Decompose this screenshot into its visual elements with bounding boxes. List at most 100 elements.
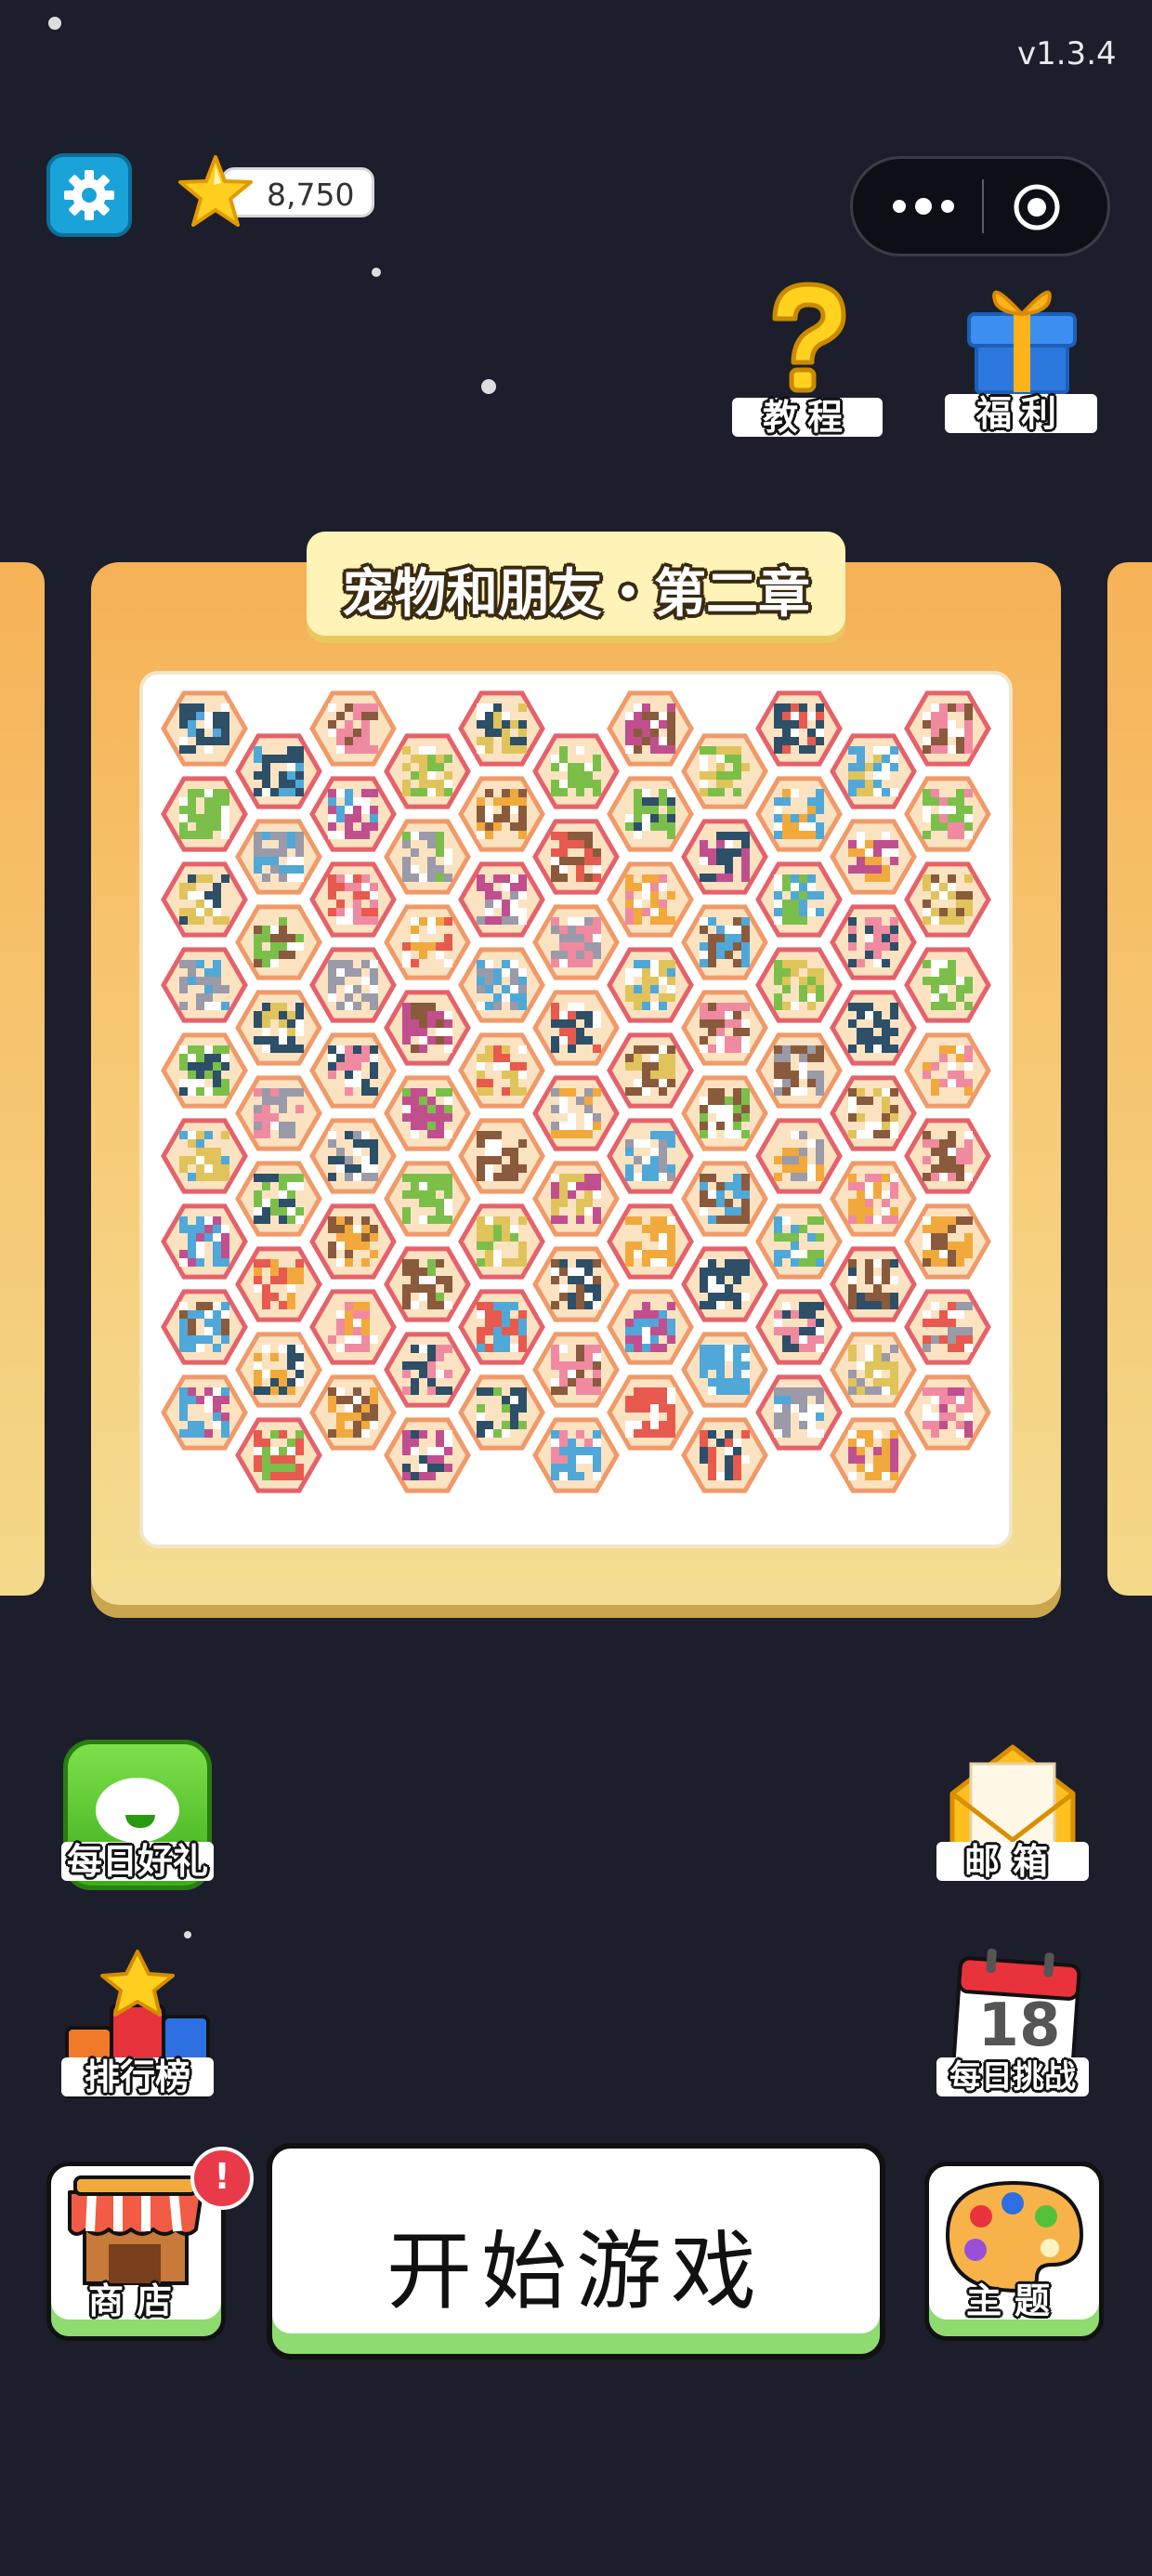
pet-tile	[309, 1374, 397, 1451]
pet-tile	[755, 1203, 843, 1280]
pet-tile	[384, 990, 471, 1066]
pet-tile	[161, 947, 248, 1023]
pet-tile	[830, 819, 917, 895]
pet-tile	[532, 1246, 620, 1322]
pet-tile	[607, 1289, 694, 1365]
pet-tile	[309, 861, 397, 938]
theme-button[interactable]: 主题	[924, 2162, 1104, 2341]
pet-tile	[607, 1374, 694, 1451]
leaderboard-label: 排行榜	[61, 2057, 214, 2096]
pet-tile	[607, 1203, 694, 1280]
pet-tile	[681, 904, 768, 980]
mailbox-label: 邮箱	[936, 1842, 1089, 1881]
capsule-divider	[982, 179, 984, 233]
pet-tile	[161, 1374, 248, 1451]
pet-tile	[309, 1289, 397, 1365]
pet-tile	[235, 1075, 322, 1151]
pet-tile	[532, 1417, 620, 1493]
pet-tile	[904, 1374, 991, 1451]
pet-tile	[384, 904, 471, 980]
pet-tile	[755, 1374, 843, 1451]
pet-tile	[607, 690, 694, 767]
pet-tile	[681, 1161, 768, 1237]
pet-tile	[161, 1289, 248, 1365]
pet-tile	[532, 819, 620, 895]
pet-tile	[532, 733, 620, 809]
pet-tile	[830, 904, 917, 980]
pet-tile	[830, 1332, 917, 1408]
pet-tile	[681, 1332, 768, 1408]
calendar-day: 18	[977, 1991, 1061, 2060]
smile-icon	[96, 1778, 179, 1843]
pet-tile	[309, 1032, 397, 1109]
shop-icon	[68, 2175, 203, 2285]
pet-tile	[607, 1032, 694, 1109]
pet-tile	[235, 990, 322, 1066]
pet-tile	[681, 1246, 768, 1322]
pet-tile	[458, 1118, 545, 1194]
tutorial-button[interactable]: 教程	[727, 277, 884, 437]
pet-tile	[532, 1075, 620, 1151]
next-level-card[interactable]	[1107, 562, 1152, 1596]
pet-tile	[458, 1032, 545, 1109]
previous-level-card[interactable]	[0, 562, 45, 1596]
pet-tile	[235, 733, 322, 809]
tile-board[interactable]	[139, 671, 1013, 1548]
daily-challenge-label: 每日挑战	[936, 2057, 1089, 2096]
pet-tile	[681, 819, 768, 895]
settings-button[interactable]	[46, 153, 132, 237]
pet-tile	[681, 990, 768, 1066]
pet-tile	[532, 1332, 620, 1408]
pet-tile	[309, 690, 397, 767]
pet-tile	[309, 1118, 397, 1194]
pet-tile	[458, 947, 545, 1023]
pet-tile	[607, 1118, 694, 1194]
pet-tile	[384, 733, 471, 809]
pet-tile	[532, 1161, 620, 1237]
theme-label: 主题	[965, 2280, 1063, 2321]
palette-icon	[945, 2180, 1084, 2293]
pet-tile	[161, 861, 248, 938]
pet-tile	[681, 1417, 768, 1493]
miniprogram-capsule	[850, 156, 1110, 256]
start-game-button[interactable]: 开始游戏	[267, 2143, 885, 2359]
pet-tile	[384, 1075, 471, 1151]
pet-tile	[309, 1203, 397, 1280]
pet-tile	[458, 776, 545, 852]
pet-tile	[830, 1075, 917, 1151]
sparkle	[48, 17, 61, 30]
close-circle-icon[interactable]	[1011, 181, 1063, 233]
pet-tile	[830, 990, 917, 1066]
pet-tile	[309, 947, 397, 1023]
pet-tile	[161, 776, 248, 852]
pet-tile	[384, 1332, 471, 1408]
hex-tile-grid	[161, 690, 991, 1493]
pet-tile	[458, 1289, 545, 1365]
pet-tile	[532, 904, 620, 980]
pet-tile	[235, 904, 322, 980]
pet-tile	[755, 776, 843, 852]
pet-tile	[458, 690, 545, 767]
pet-tile	[161, 1032, 248, 1109]
welfare-button[interactable]: 福利	[943, 269, 1101, 435]
pet-tile	[904, 1289, 991, 1365]
pet-tile	[904, 1032, 991, 1109]
pet-tile	[755, 1289, 843, 1365]
pet-tile	[532, 990, 620, 1066]
pet-tile	[235, 819, 322, 895]
pet-tile	[681, 733, 768, 809]
more-icon[interactable]	[886, 183, 961, 230]
sparkle	[184, 1931, 191, 1939]
pet-tile	[755, 861, 843, 938]
notification-badge: !	[190, 2147, 254, 2210]
pet-tile	[904, 690, 991, 767]
start-game-label: 开始游戏	[386, 2222, 766, 2321]
shop-label: 商店	[87, 2280, 185, 2321]
pet-tile	[161, 1203, 248, 1280]
pet-tile	[755, 1032, 843, 1109]
question-icon	[772, 282, 846, 393]
sparkle	[481, 379, 496, 394]
pet-tile	[681, 1075, 768, 1151]
pet-tile	[235, 1417, 322, 1493]
pet-tile	[458, 1203, 545, 1280]
